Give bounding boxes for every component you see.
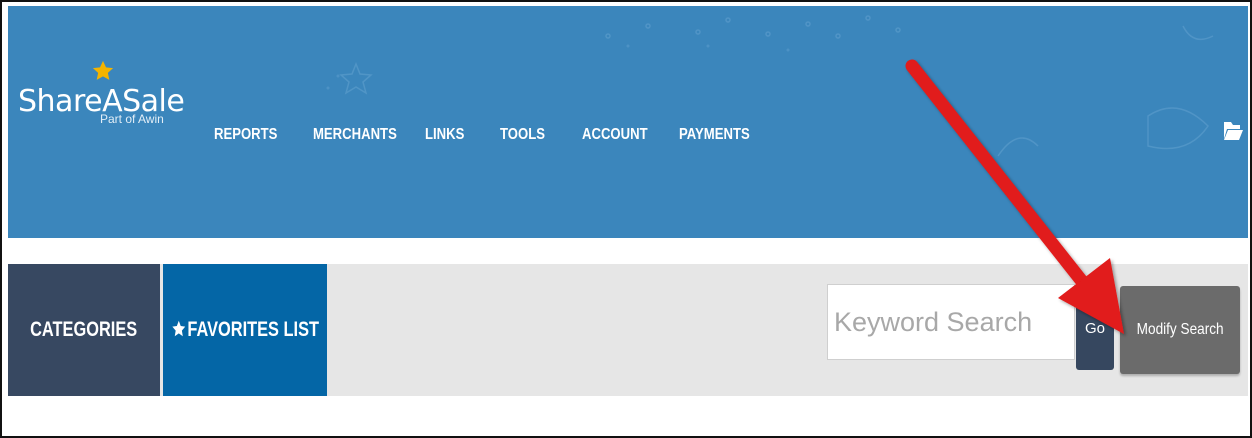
go-button[interactable]: Go [1076, 286, 1114, 370]
sharesale-logo[interactable]: ShareASale Part of Awin [18, 60, 185, 180]
folder-icon[interactable] [1222, 118, 1244, 144]
favorites-list-tab[interactable]: FAVORITES LIST [163, 264, 327, 396]
nav-links[interactable]: LINKS [425, 126, 487, 144]
categories-label: CATEGORIES [30, 318, 138, 341]
modify-search-button[interactable]: Modify Search [1120, 286, 1240, 374]
nav-reports[interactable]: REPORTS [214, 126, 295, 144]
nav-tools[interactable]: TOOLS [500, 126, 567, 144]
header-decoration [326, 15, 1214, 157]
merchant-toolbar: CATEGORIES FAVORITES LIST Go Modify Sear… [8, 264, 1248, 396]
logo-star-icon [92, 60, 114, 80]
main-nav: REPORTS MERCHANTS LINKS TOOLS ACCOUNT PA… [214, 126, 779, 144]
nav-account[interactable]: ACCOUNT [582, 126, 662, 144]
nav-payments[interactable]: PAYMENTS [679, 126, 761, 144]
logo-tagline: Part of Awin [100, 112, 164, 126]
modify-search-label: Modify Search [1136, 321, 1224, 338]
site-header: ShareASale Part of Awin REPORTS MERCHANT… [8, 6, 1248, 238]
screenshot-frame: ShareASale Part of Awin REPORTS MERCHANT… [0, 0, 1252, 438]
categories-tab[interactable]: CATEGORIES [8, 264, 160, 396]
star-icon [171, 320, 185, 337]
keyword-search-input[interactable] [827, 284, 1075, 360]
favorites-label: FAVORITES LIST [186, 318, 319, 341]
nav-merchants[interactable]: MERCHANTS [313, 126, 405, 144]
